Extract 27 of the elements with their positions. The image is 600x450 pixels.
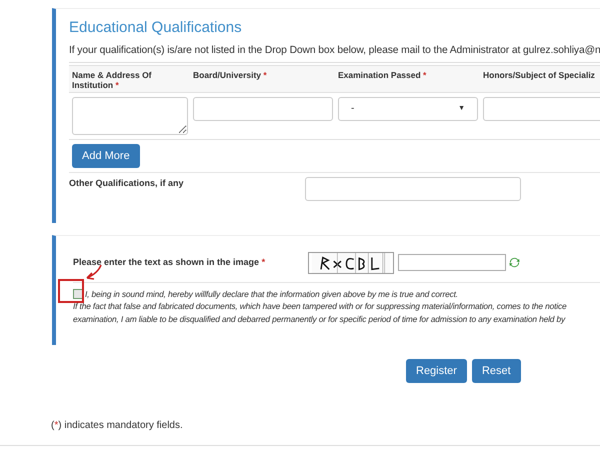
captcha-label: Please enter the text as shown in the image * — [73, 257, 266, 268]
text-field[interactable] — [193, 96, 333, 121]
form-button[interactable]: Reset — [472, 359, 521, 384]
declaration-note: If the fact that false and fabricated documents, which have been tampered with or for suppressing material/information, comes to the notice — [73, 300, 568, 313]
column-header: Name & Address Of Institution * — [72, 70, 152, 90]
field-label: Other Qualifications, if any — [69, 176, 185, 190]
captcha-field[interactable] — [398, 254, 506, 272]
required-mark: * — [422, 70, 426, 80]
mandatory-note: (*) indicates mandatory fields. — [51, 420, 183, 432]
other-qualifications-field[interactable] — [305, 176, 521, 201]
highlight-box — [58, 278, 84, 303]
form-button[interactable]: Register — [406, 359, 467, 384]
declaration-note: examination, I am liable to be disqualified and debarred permanently or for specific period of time for admission to any examination held by — [73, 312, 566, 326]
add-more-button[interactable]: Add More — [72, 144, 140, 168]
required-mark: * — [114, 80, 119, 90]
refresh-icon[interactable] — [509, 257, 520, 268]
column-header: Board/University * — [193, 70, 267, 80]
section-title: Educational Qualifications — [69, 18, 243, 38]
text-field[interactable] — [483, 96, 600, 121]
declaration-checkbox[interactable] — [73, 289, 83, 300]
instruction-text: If your qualification(s) is/are not listed in the Drop Down box below, please mail to the Administrator at gulrez.sohliya@n — [69, 44, 600, 58]
column-header: Examination Passed * — [338, 70, 426, 80]
declaration-text: I, being in sound mind, hereby willfully declare that the information given above by me is true and correct. — [85, 288, 458, 300]
required-mark: * — [260, 257, 266, 268]
institution-field[interactable] — [72, 96, 188, 135]
column-header: Honors/Subject of Specializ — [483, 70, 595, 80]
required-mark: * — [262, 70, 267, 80]
